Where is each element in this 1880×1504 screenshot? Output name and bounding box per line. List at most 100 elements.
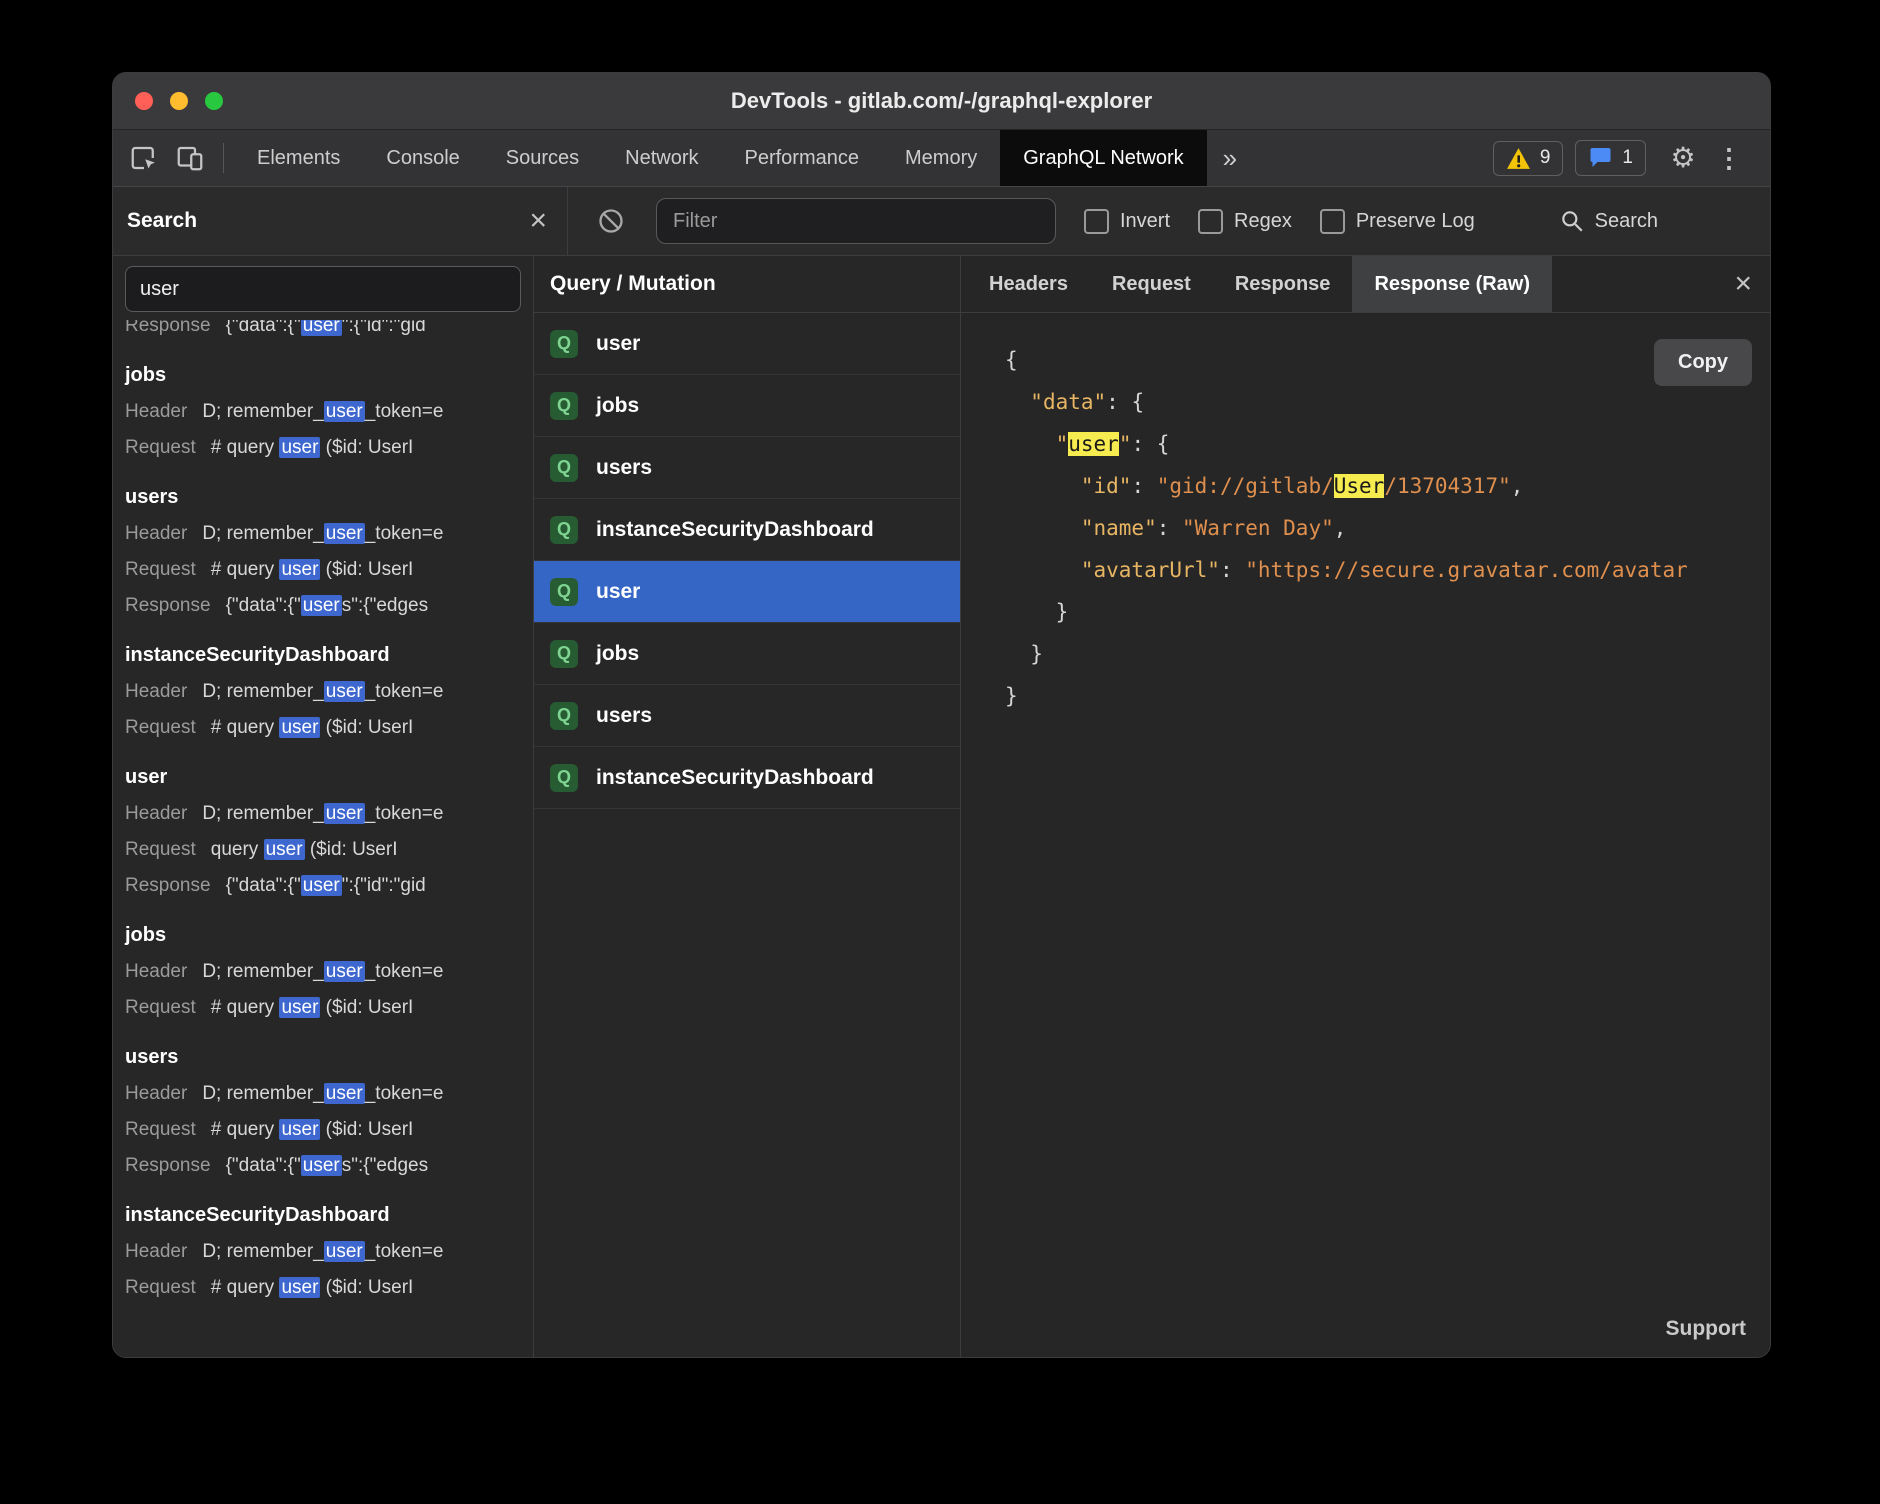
search-result-group-instancesecuritydashboard[interactable]: instanceSecurityDashboard (125, 644, 533, 667)
devtools-tab-performance[interactable]: Performance (722, 130, 883, 186)
kebab-menu-icon[interactable]: ⋮ (1706, 135, 1752, 181)
search-result-row-label: Response (125, 875, 211, 896)
search-toggle[interactable]: Search (1559, 208, 1658, 234)
search-panel-header: Search × (113, 187, 568, 255)
toolbar-divider (223, 143, 224, 173)
search-result-text: ($id: UserI (320, 1119, 413, 1140)
search-result-row-label: Request (125, 1277, 196, 1298)
search-result-row[interactable]: Requestquery user ($id: UserI (125, 832, 533, 868)
search-result-group-instancesecuritydashboard[interactable]: instanceSecurityDashboard (125, 1204, 533, 1227)
search-result-group-jobs[interactable]: jobs (125, 364, 533, 387)
search-result-row[interactable]: Response{"data":{"users":{"edges (125, 588, 533, 624)
query-list-item-jobs[interactable]: Qjobs (534, 375, 960, 437)
checkbox-regex[interactable]: Regex (1198, 209, 1292, 234)
json-token: "Warren Day" (1182, 516, 1334, 540)
search-result-group-jobs[interactable]: jobs (125, 924, 533, 947)
query-list-item-instancesecuritydashboard[interactable]: QinstanceSecurityDashboard (534, 499, 960, 561)
search-result-row[interactable]: Request# query user ($id: UserI (125, 552, 533, 588)
search-result-row[interactable]: HeaderD; remember_user_token=e (125, 516, 533, 552)
checkbox-preserve-log[interactable]: Preserve Log (1320, 209, 1475, 234)
close-detail-button[interactable]: × (1734, 269, 1752, 299)
search-result-row[interactable]: Response{"data":{"user":{"id":"gid (125, 320, 533, 344)
support-link[interactable]: Support (1666, 1317, 1746, 1341)
close-window-button[interactable] (135, 92, 153, 110)
search-result-text: D; remember_ (202, 1241, 323, 1262)
search-result-row[interactable]: Response{"data":{"users":{"edges (125, 1148, 533, 1184)
query-list-item-instancesecuritydashboard[interactable]: QinstanceSecurityDashboard (534, 747, 960, 809)
search-result-row-label: Header (125, 1083, 187, 1104)
json-token: "id" (1081, 474, 1132, 498)
detail-tab-headers[interactable]: Headers (967, 256, 1090, 312)
close-search-panel-button[interactable]: × (529, 206, 547, 236)
devtools-tab-sources[interactable]: Sources (483, 130, 602, 186)
devtools-tab-graphql-network[interactable]: GraphQL Network (1000, 130, 1206, 186)
message-count: 1 (1622, 147, 1633, 169)
search-result-row-label: Request (125, 717, 196, 738)
copy-button[interactable]: Copy (1654, 339, 1752, 386)
detail-tab-response-raw[interactable]: Response (Raw) (1352, 256, 1552, 312)
detail-tab-request[interactable]: Request (1090, 256, 1213, 312)
sub-toolbar: Search × Invert Regex Preserve Log Search (113, 187, 1770, 256)
search-result-text: {"data":{" (226, 320, 301, 336)
search-result-row[interactable]: Response{"data":{"user":{"id":"gid (125, 868, 533, 904)
zoom-window-button[interactable] (205, 92, 223, 110)
query-list-item-user[interactable]: Quser (534, 561, 960, 623)
traffic-lights (135, 92, 223, 110)
search-result-row[interactable]: Request# query user ($id: UserI (125, 1270, 533, 1306)
query-mutation-panel: Query / Mutation QuserQjobsQusersQinstan… (534, 256, 961, 1357)
search-match-highlight: user (324, 681, 365, 702)
inspect-element-icon[interactable] (121, 135, 167, 181)
search-result-row[interactable]: HeaderD; remember_user_token=e (125, 1076, 533, 1112)
search-result-row[interactable]: HeaderD; remember_user_token=e (125, 1234, 533, 1270)
device-toolbar-icon[interactable] (167, 135, 213, 181)
search-result-row[interactable]: Request# query user ($id: UserI (125, 430, 533, 466)
search-result-row[interactable]: Request# query user ($id: UserI (125, 1112, 533, 1148)
more-tabs-button[interactable]: » (1207, 143, 1253, 174)
minimize-window-button[interactable] (170, 92, 188, 110)
devtools-tab-network[interactable]: Network (602, 130, 721, 186)
search-result-row[interactable]: HeaderD; remember_user_token=e (125, 796, 533, 832)
clear-requests-icon[interactable] (594, 204, 628, 238)
search-result-group-users[interactable]: users (125, 1046, 533, 1069)
devtools-tab-console[interactable]: Console (363, 130, 482, 186)
query-list-item-user[interactable]: Quser (534, 313, 960, 375)
json-token: : (1157, 516, 1182, 540)
search-result-group-user[interactable]: user (125, 766, 533, 789)
json-token: , (1511, 474, 1524, 498)
json-line: } (1005, 675, 1770, 717)
devtools-tab-memory[interactable]: Memory (882, 130, 1000, 186)
checkbox-box-regex[interactable] (1198, 209, 1223, 234)
search-result-row[interactable]: HeaderD; remember_user_token=e (125, 674, 533, 710)
issues-warning-badge[interactable]: 9 (1493, 141, 1564, 176)
filter-input[interactable] (656, 198, 1056, 244)
query-list-item-jobs[interactable]: Qjobs (534, 623, 960, 685)
search-match-highlight: user (279, 997, 320, 1018)
search-result-text: # query (211, 717, 280, 738)
search-result-row[interactable]: Request# query user ($id: UserI (125, 710, 533, 746)
json-token: " (1119, 432, 1132, 456)
query-list-item-users[interactable]: Qusers (534, 437, 960, 499)
search-input[interactable] (125, 266, 521, 312)
search-panel-title: Search (127, 209, 197, 233)
search-match-highlight: user (301, 1155, 342, 1176)
search-result-text: {"data":{" (226, 875, 301, 896)
devtools-tab-elements[interactable]: Elements (234, 130, 363, 186)
search-result-text: # query (211, 1277, 280, 1298)
query-list-item-label: instanceSecurityDashboard (596, 766, 874, 790)
search-match-highlight: user (301, 595, 342, 616)
search-result-row[interactable]: HeaderD; remember_user_token=e (125, 394, 533, 430)
checkbox-invert[interactable]: Invert (1084, 209, 1170, 234)
json-line: "user": { (1005, 423, 1770, 465)
search-result-row[interactable]: Request# query user ($id: UserI (125, 990, 533, 1026)
query-list-item-users[interactable]: Qusers (534, 685, 960, 747)
search-result-group-users[interactable]: users (125, 486, 533, 509)
console-messages-badge[interactable]: 1 (1575, 140, 1646, 176)
settings-gear-icon[interactable]: ⚙ (1660, 135, 1706, 181)
checkbox-box-preserve-log[interactable] (1320, 209, 1345, 234)
checkbox-box-invert[interactable] (1084, 209, 1109, 234)
search-result-row-label: Request (125, 1119, 196, 1140)
detail-tab-response[interactable]: Response (1213, 256, 1353, 312)
search-match-highlight: user (324, 523, 365, 544)
search-result-row-label: Response (125, 1155, 211, 1176)
search-result-row[interactable]: HeaderD; remember_user_token=e (125, 954, 533, 990)
